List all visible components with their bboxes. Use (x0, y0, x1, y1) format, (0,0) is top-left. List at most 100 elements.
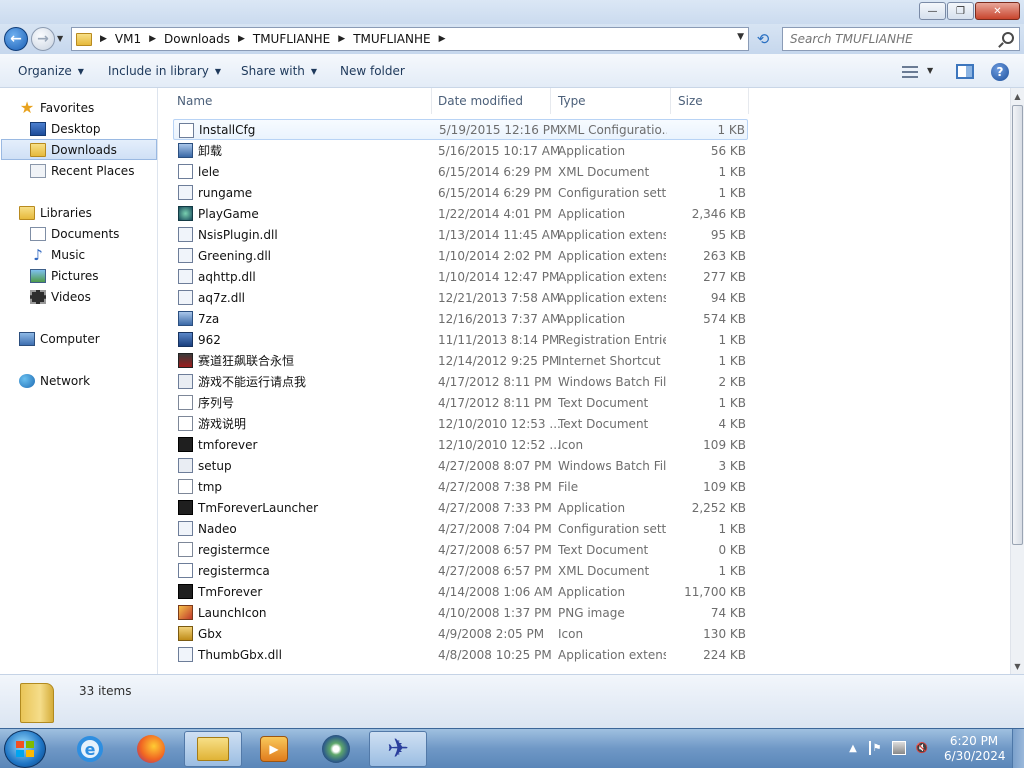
breadcrumb-tmuflianhe-current[interactable]: TMUFLIANHE (353, 32, 430, 46)
network-status-icon[interactable] (892, 741, 906, 755)
search-box[interactable] (782, 27, 1020, 51)
chevron-right-icon[interactable]: ▶ (338, 34, 345, 44)
column-header-size[interactable]: Size (671, 88, 749, 114)
file-date-modified: 5/19/2015 12:16 PM (439, 122, 561, 137)
chevron-right-icon[interactable]: ▶ (238, 34, 245, 44)
breadcrumb-tmuflianhe-parent[interactable]: TMUFLIANHE (253, 32, 330, 46)
file-size: 277 KB (703, 269, 746, 284)
share-with-button[interactable]: Share with ▼ (241, 64, 317, 78)
taskbar-internet-explorer[interactable]: e (61, 731, 119, 767)
breadcrumb-vm1[interactable]: VM1 (115, 32, 141, 46)
preview-pane-icon[interactable] (956, 64, 974, 79)
file-row[interactable]: 962 11/11/2013 8:14 PM Registration Entrie… (173, 329, 748, 350)
column-header-type[interactable]: Type (551, 88, 671, 114)
file-row[interactable]: tmp 4/27/2008 7:38 PM File 109 KB (173, 476, 748, 497)
file-row[interactable]: TmForeverLauncher 4/27/2008 7:33 PM Applic… (173, 497, 748, 518)
refresh-icon[interactable]: ⟲ (751, 27, 775, 51)
taskbar-clock[interactable]: 6:20 PM 6/30/2024 (944, 734, 1006, 764)
nav-libraries[interactable]: Libraries (19, 202, 157, 223)
change-view-icon[interactable] (902, 66, 918, 78)
address-row: ← → ▼ ▶ VM1 ▶ Downloads ▶ TMUFLIANHE ▶ T… (0, 24, 1024, 54)
file-name: tmforever (198, 437, 258, 452)
start-button[interactable] (4, 730, 46, 768)
file-row[interactable]: 游戏不能运行请点我 4/17/2012 8:11 PM Windows Batch … (173, 371, 748, 392)
chevron-right-icon[interactable]: ▶ (100, 34, 107, 44)
file-row[interactable]: ThumbGbx.dll 4/8/2008 10:25 PM Application… (173, 644, 748, 665)
chevron-down-icon[interactable]: ▼ (927, 66, 933, 75)
scrollbar-thumb[interactable] (1012, 105, 1023, 545)
file-row[interactable]: aq7z.dll 12/21/2013 7:58 AM Application ex… (173, 287, 748, 308)
vertical-scrollbar[interactable]: ▲ ▼ (1010, 88, 1024, 674)
file-type: Windows Batch File (558, 374, 666, 389)
file-row[interactable]: registermca 4/27/2008 6:57 PM XML Document… (173, 560, 748, 581)
file-row[interactable]: TmForever 4/14/2008 1:06 AM Application 11,… (173, 581, 748, 602)
file-row[interactable]: 序列号 4/17/2012 8:11 PM Text Document 1 KB (173, 392, 748, 413)
nav-favorites[interactable]: ★ Favorites (19, 97, 157, 118)
file-row[interactable]: Nadeo 4/27/2008 7:04 PM Configuration sett… (173, 518, 748, 539)
column-header-date-modified[interactable]: Date modified (431, 88, 551, 114)
nav-downloads[interactable]: Downloads (1, 139, 157, 160)
file-row[interactable]: 卸载 5/16/2015 10:17 AM Application 56 KB (173, 140, 748, 161)
videos-icon (30, 289, 46, 304)
file-row[interactable]: rungame 6/15/2014 6:29 PM Configuration se… (173, 182, 748, 203)
taskbar-disc-app[interactable] (307, 731, 365, 767)
nav-documents[interactable]: Documents (30, 223, 157, 244)
file-row[interactable]: tmforever 12/10/2010 12:52 ... Icon 109 KB (173, 434, 748, 455)
search-icon[interactable] (1002, 32, 1014, 44)
file-row[interactable]: setup 4/27/2008 8:07 PM Windows Batch File… (173, 455, 748, 476)
include-in-library-button[interactable]: Include in library ▼ (108, 64, 221, 78)
nav-computer[interactable]: Computer (19, 328, 157, 349)
recent-pages-dropdown[interactable]: ▼ (57, 34, 63, 43)
address-bar[interactable]: ▶ VM1 ▶ Downloads ▶ TMUFLIANHE ▶ TMUFLIA… (71, 27, 749, 51)
internet-explorer-icon: e (77, 736, 103, 762)
new-folder-button[interactable]: New folder (340, 64, 405, 78)
file-row[interactable]: 7za 12/16/2013 7:37 AM Application 574 KB (173, 308, 748, 329)
file-row[interactable]: lele 6/15/2014 6:29 PM XML Document 1 KB (173, 161, 748, 182)
file-date-modified: 4/27/2008 8:07 PM (438, 458, 552, 473)
nav-recent-places[interactable]: Recent Places (30, 160, 157, 181)
file-type: XML Document (558, 563, 650, 578)
nav-music[interactable]: ♪ Music (30, 244, 157, 265)
downloads-folder-icon (30, 142, 46, 157)
taskbar-media-player[interactable]: ▶ (245, 731, 303, 767)
nav-pictures[interactable]: Pictures (30, 265, 157, 286)
chevron-right-icon[interactable]: ▶ (439, 34, 446, 44)
column-header-name[interactable]: Name (170, 88, 432, 114)
restore-button[interactable]: ❐ (947, 2, 974, 20)
taskbar-bird-app[interactable]: ✈ (369, 731, 427, 767)
file-row[interactable]: registermce 4/27/2008 6:57 PM Text Documen… (173, 539, 748, 560)
file-row[interactable]: LaunchIcon 4/10/2008 1:37 PM PNG image 74 K… (173, 602, 748, 623)
file-row[interactable]: 赛道狂飙联合永恒 12/14/2012 9:25 PM Internet Short… (173, 350, 748, 371)
file-row[interactable]: Gbx 4/9/2008 2:05 PM Icon 130 KB (173, 623, 748, 644)
help-icon[interactable]: ? (991, 63, 1009, 81)
taskbar-windows-explorer[interactable] (184, 731, 242, 767)
file-row[interactable]: PlayGame 1/22/2014 4:01 PM Application 2,34… (173, 203, 748, 224)
show-hidden-icons-icon[interactable]: ▲ (846, 741, 860, 755)
file-row[interactable]: 游戏说明 12/10/2010 12:53 ... Text Document 4 K… (173, 413, 748, 434)
search-input[interactable] (790, 32, 990, 46)
file-name: registermce (198, 542, 270, 557)
close-button[interactable]: ✕ (975, 2, 1020, 20)
taskbar-firefox[interactable] (122, 731, 180, 767)
breadcrumb-downloads[interactable]: Downloads (164, 32, 230, 46)
nav-videos[interactable]: Videos (30, 286, 157, 307)
file-row[interactable]: NsisPlugin.dll 1/13/2014 11:45 AM Applicat… (173, 224, 748, 245)
minimize-button[interactable]: — (919, 2, 946, 20)
nav-desktop[interactable]: Desktop (30, 118, 157, 139)
nav-network[interactable]: Network (19, 370, 157, 391)
file-row[interactable]: aqhttp.dll 1/10/2014 12:47 PM Application … (173, 266, 748, 287)
show-desktop-button[interactable] (1012, 729, 1024, 768)
back-button[interactable]: ← (4, 27, 28, 51)
file-type: Configuration sett... (558, 521, 666, 536)
address-history-dropdown[interactable]: ▼ (737, 32, 744, 42)
scroll-up-arrow-icon[interactable]: ▲ (1011, 88, 1024, 104)
volume-muted-icon[interactable]: 🔇 (915, 741, 929, 755)
action-center-flag-icon[interactable]: ⚑ (869, 741, 883, 755)
scroll-down-arrow-icon[interactable]: ▼ (1011, 658, 1024, 674)
organize-button[interactable]: Organize ▼ (18, 64, 84, 78)
file-date-modified: 4/27/2008 7:33 PM (438, 500, 552, 515)
file-row[interactable]: Greening.dll 1/10/2014 2:02 PM Application… (173, 245, 748, 266)
forward-button[interactable]: → (31, 27, 55, 51)
chevron-right-icon[interactable]: ▶ (149, 34, 156, 44)
file-row[interactable]: InstallCfg 5/19/2015 12:16 PM XML Configur… (173, 119, 748, 140)
